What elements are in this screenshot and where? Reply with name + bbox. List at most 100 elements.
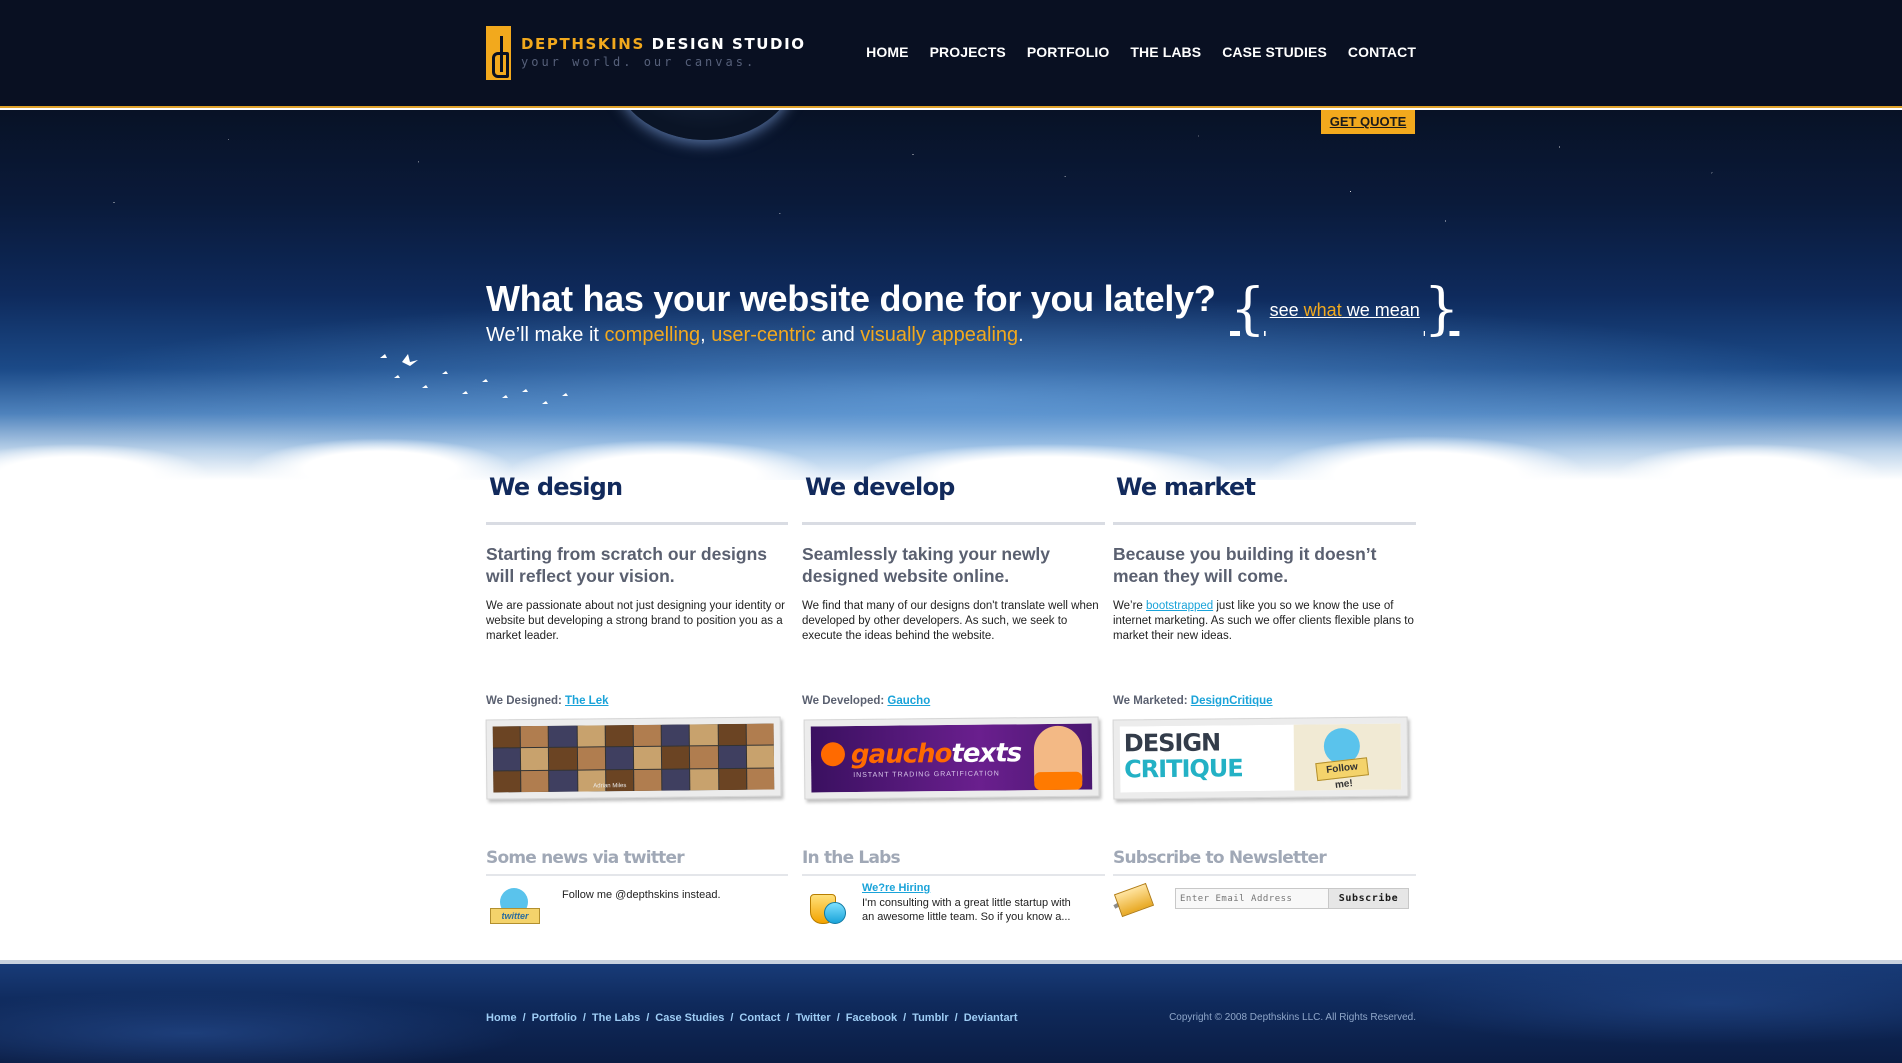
section-divider	[486, 874, 788, 876]
labs-content: We?re Hiring I'm consulting with a great…	[862, 878, 1082, 928]
newsletter-section: Subscribe to Newsletter Subscribe	[1113, 848, 1416, 918]
sub-end: .	[1018, 324, 1024, 346]
thumb-designcritique[interactable]: DESIGN CRITIQUE Follow me!	[1112, 716, 1409, 800]
sub-highlight-1: compelling	[604, 324, 701, 346]
footer-link-home[interactable]: Home	[486, 1012, 517, 1024]
see-what-we-mean-link[interactable]: { see what we mean }	[1230, 280, 1459, 340]
column-divider	[1113, 522, 1416, 525]
featured-label: We Designed:	[486, 695, 566, 707]
body-before: We’re	[1113, 600, 1147, 612]
column-body: We find that many of our designs don't t…	[802, 600, 1099, 642]
see-what-text: see what we mean	[1270, 300, 1420, 321]
footer-separator: /	[903, 1012, 907, 1024]
footer-nav: Home / Portfolio / The Labs / Case Studi…	[486, 1012, 1018, 1024]
dc-word1: DESIGN	[1123, 728, 1221, 758]
footer-separator: /	[786, 1012, 790, 1024]
column-develop: We develop Seamlessly taking your newly …	[802, 472, 1105, 644]
nav-portfolio[interactable]: PORTFOLIO	[1027, 44, 1110, 60]
hero-headline: What has your website done for you latel…	[486, 278, 1216, 319]
get-quote-button[interactable]: GET QUOTE	[1321, 110, 1415, 134]
logo[interactable]: DEPTHSKINS DESIGN STUDIO your world. our…	[486, 26, 806, 80]
thumb-image: DESIGN CRITIQUE Follow me!	[1119, 723, 1402, 793]
bootstrapped-link[interactable]: bootstrapped	[1146, 600, 1213, 612]
featured-label: We Developed:	[802, 695, 888, 707]
footer-link-case-studies[interactable]: Case Studies	[655, 1012, 724, 1024]
gaucho-tagline: INSTANT TRADING GRATIFICATION	[853, 770, 1000, 780]
column-market: We market Because you building it doesn’…	[1113, 472, 1416, 644]
labs-post-link[interactable]: We?re Hiring	[862, 882, 930, 894]
footer-separator: /	[730, 1012, 734, 1024]
see-1: see	[1269, 299, 1304, 320]
footer-link-facebook[interactable]: Facebook	[846, 1012, 897, 1024]
column-lead: Because you building it doesn’t mean the…	[1113, 544, 1377, 586]
dc-word2: CRITIQUE	[1123, 754, 1243, 784]
twitter-icon[interactable]: twitter	[486, 886, 544, 930]
twitter-sign: twitter	[490, 908, 540, 924]
labs-section: In the Labs We?re Hiring I'm consulting …	[802, 848, 1105, 924]
close-brace: }	[1423, 277, 1460, 342]
see-3: we mean	[1341, 299, 1420, 320]
tweet-item: twitter Follow me @depthskins instead.	[486, 886, 721, 930]
sub-highlight-3: visually appealing	[860, 324, 1019, 346]
featured-design: We Designed: The Lek	[486, 695, 609, 707]
featured-link-designcritique[interactable]: DesignCritique	[1191, 695, 1273, 707]
site-header: DEPTHSKINS DESIGN STUDIO your world. our…	[0, 0, 1902, 108]
section-title: Some news via twitter	[486, 848, 685, 868]
thumb-image: Adrian Miles	[492, 723, 775, 793]
footer-link-tumblr[interactable]: Tumblr	[912, 1012, 948, 1024]
footer-link-the-labs[interactable]: The Labs	[592, 1012, 640, 1024]
follow-me-sign: Follow me!	[1315, 757, 1370, 791]
footer-separator: /	[646, 1012, 650, 1024]
featured-link-gaucho[interactable]: Gaucho	[887, 695, 930, 707]
nav-projects[interactable]: PROJECTS	[930, 44, 1006, 60]
clouds-graphic	[0, 370, 1902, 480]
column-title: We market	[1116, 473, 1256, 501]
footer-link-twitter[interactable]: Twitter	[795, 1012, 830, 1024]
footer-link-portfolio[interactable]: Portfolio	[532, 1012, 577, 1024]
copyright-text: Copyright © 2008 Depthskins LLC. All Rig…	[1169, 1012, 1416, 1023]
nav-home[interactable]: HOME	[866, 44, 908, 60]
dc-wordmark: DESIGN CRITIQUE	[1120, 725, 1295, 793]
gaucho-logo: gauchotexts	[851, 738, 1022, 770]
subscribe-form: Subscribe	[1175, 888, 1409, 922]
nav-the-labs[interactable]: THE LABS	[1130, 44, 1201, 60]
thumb-caption: Adrian Miles	[593, 783, 627, 790]
logo-studio: DESIGN STUDIO	[651, 35, 806, 53]
column-title: We design	[489, 473, 623, 501]
logo-name: DEPTHSKINS DESIGN STUDIO	[521, 36, 806, 52]
nav-case-studies[interactable]: CASE STUDIES	[1222, 44, 1327, 60]
logo-mark-icon	[486, 26, 511, 80]
thumb-image: gauchotexts INSTANT TRADING GRATIFICATIO…	[810, 723, 1093, 793]
thumb-the-lek[interactable]: Adrian Miles	[485, 716, 782, 800]
column-body: We’re bootstrapped just like you so we k…	[1113, 599, 1416, 644]
footer-link-contact[interactable]: Contact	[739, 1012, 780, 1024]
featured-link-the-lek[interactable]: The Lek	[565, 695, 608, 707]
site-footer: Home / Portfolio / The Labs / Case Studi…	[0, 960, 1902, 1063]
designcritique-banner: DESIGN CRITIQUE Follow me!	[1119, 723, 1402, 793]
column-divider	[802, 522, 1105, 525]
nav-contact[interactable]: CONTACT	[1348, 44, 1416, 60]
footer-link-deviantart[interactable]: Deviantart	[964, 1012, 1018, 1024]
featured-label: We Marketed:	[1113, 695, 1191, 707]
newsletter-form: Subscribe	[1113, 878, 1409, 922]
labs-item: We?re Hiring I'm consulting with a great…	[802, 878, 1082, 928]
sub-highlight-2: user-centric	[711, 324, 816, 346]
section-divider	[802, 874, 1105, 876]
twitter-section: Some news via twitter twitter Follow me …	[486, 848, 788, 924]
sub-comma: ,	[700, 324, 712, 346]
gaucho-character-icon	[1033, 725, 1083, 787]
logo-tagline: your world. our canvas.	[521, 55, 757, 69]
section-title: Subscribe to Newsletter	[1113, 848, 1327, 868]
footer-separator: /	[836, 1012, 840, 1024]
column-title: We develop	[805, 473, 955, 501]
flask-icon	[802, 878, 848, 928]
see-2: what	[1303, 299, 1342, 320]
column-body: We are passionate about not just designi…	[486, 600, 785, 642]
featured-market: We Marketed: DesignCritique	[1113, 695, 1273, 707]
thumb-gaucho[interactable]: gauchotexts INSTANT TRADING GRATIFICATIO…	[803, 716, 1100, 800]
subscribe-button[interactable]: Subscribe	[1329, 888, 1409, 909]
mail-icon	[1113, 878, 1157, 922]
email-input[interactable]	[1175, 888, 1329, 909]
sub-and: and	[815, 324, 861, 346]
dc-follow-panel: Follow me!	[1293, 723, 1402, 791]
